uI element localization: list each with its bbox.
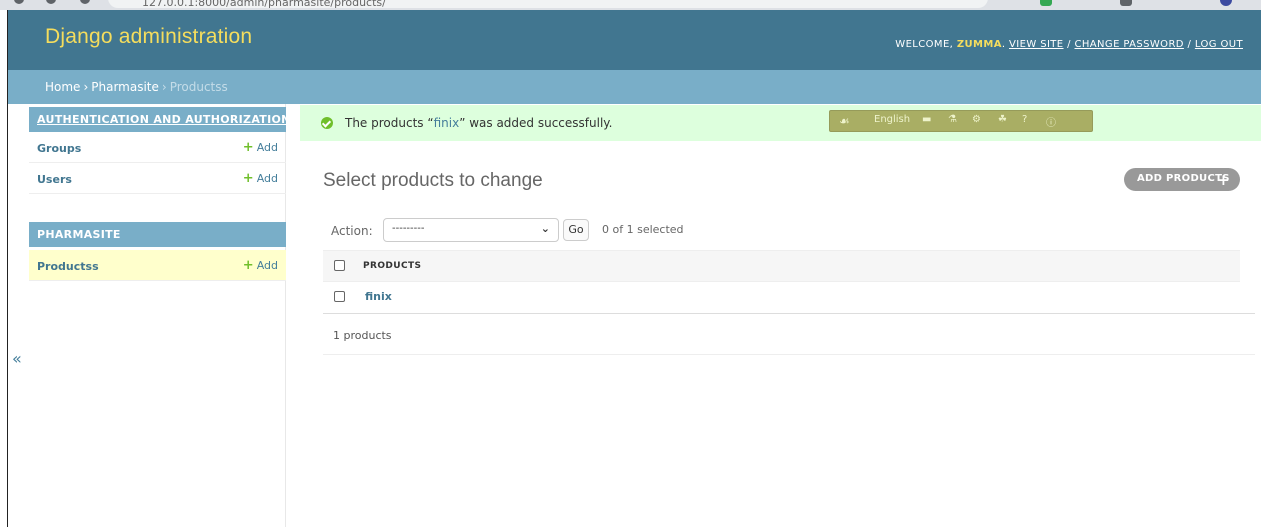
breadcrumb-app[interactable]: Pharmasite xyxy=(91,80,159,94)
add-label: Add xyxy=(256,172,278,185)
debug-toolbar[interactable]: ☙ English ▬ ⚗ ⚙ ☘ ? ⓘ xyxy=(829,110,1093,132)
plus-icon: + xyxy=(242,258,254,273)
username: ZUMMA xyxy=(956,39,1002,50)
add-label: Add xyxy=(256,259,278,272)
separator: / xyxy=(1187,39,1192,50)
view-site-link[interactable]: VIEW SITE xyxy=(1009,39,1064,50)
message-text: ” was added successfully. xyxy=(459,116,613,130)
action-select-value: --------- xyxy=(392,223,425,234)
message-text: The products “ xyxy=(345,116,434,130)
product-link[interactable]: finix xyxy=(365,290,392,303)
profile-avatar-icon[interactable] xyxy=(1220,0,1232,6)
gear-icon[interactable]: ⚙ xyxy=(972,114,981,125)
change-password-link[interactable]: CHANGE PASSWORD xyxy=(1075,39,1184,50)
user-tools: WELCOME, ZUMMA. VIEW SITE / CHANGE PASSW… xyxy=(895,39,1243,50)
go-button[interactable]: Go xyxy=(563,219,589,241)
log-out-link[interactable]: LOG OUT xyxy=(1195,39,1243,50)
hat-icon[interactable]: ▬ xyxy=(922,114,931,125)
selection-counter: 0 of 1 selected xyxy=(602,223,684,236)
site-title[interactable]: Django administration xyxy=(45,25,252,49)
success-message: The products “finix” was added successfu… xyxy=(300,105,1261,141)
address-bar[interactable]: 127.0.0.1:8000/admin/pharmasite/products… xyxy=(108,0,988,8)
breadcrumb-current: Productss xyxy=(169,80,228,94)
auth-app-link[interactable]: AUTHENTICATION AND AUTHORIZATION xyxy=(37,113,291,126)
checkmark-icon xyxy=(321,117,333,129)
sidebar-item-users[interactable]: Users + Add xyxy=(29,163,286,194)
plus-icon: + xyxy=(242,171,254,186)
window-edge xyxy=(0,10,8,527)
sidebar-item-label[interactable]: Productss xyxy=(37,260,99,273)
forward-icon[interactable] xyxy=(46,0,56,4)
table-row: finix xyxy=(323,282,1255,314)
welcome-text: WELCOME, xyxy=(895,39,954,50)
back-icon[interactable] xyxy=(14,0,24,4)
add-users-link[interactable]: + Add xyxy=(243,171,278,186)
add-label: Add xyxy=(256,141,278,154)
info-icon[interactable]: ⓘ xyxy=(1046,114,1056,129)
action-select[interactable]: --------- ⌄ xyxy=(383,218,559,242)
page-title: Select products to change xyxy=(323,170,543,191)
browser-chrome: 127.0.0.1:8000/admin/pharmasite/products… xyxy=(0,0,1261,10)
message-object-link[interactable]: finix xyxy=(434,116,460,130)
sidebar-item-groups[interactable]: Groups + Add xyxy=(29,132,286,163)
sidebar-item-label[interactable]: Users xyxy=(37,173,72,186)
sidebar-item-productss[interactable]: Productss + Add xyxy=(29,250,286,281)
table-header: PRODUCTS xyxy=(323,250,1240,282)
plus-icon: + xyxy=(242,140,254,155)
paginator: 1 products xyxy=(323,314,1255,355)
breadcrumb: Home › Pharmasite › Productss xyxy=(8,70,1261,104)
collapse-sidebar-button[interactable]: « xyxy=(12,349,22,368)
breadcrumb-separator: › xyxy=(83,80,89,94)
plus-icon: + xyxy=(1217,171,1230,189)
actions-bar: Action: --------- ⌄ Go 0 of 1 selected xyxy=(323,216,1255,247)
help-icon[interactable]: ? xyxy=(1022,114,1027,125)
column-header-products[interactable]: PRODUCTS xyxy=(363,261,421,271)
add-groups-link[interactable]: + Add xyxy=(243,140,278,155)
add-productss-link[interactable]: + Add xyxy=(243,258,278,273)
language-label[interactable]: English xyxy=(874,114,910,125)
breadcrumb-separator: › xyxy=(161,80,167,94)
breadcrumb-home[interactable]: Home xyxy=(45,80,80,94)
nav-sidebar: AUTHENTICATION AND AUTHORIZATION Groups … xyxy=(9,104,290,527)
flask-icon[interactable]: ⚗ xyxy=(948,114,957,125)
sidebar-item-label[interactable]: Groups xyxy=(37,142,81,155)
chevron-down-icon: ⌄ xyxy=(540,222,550,235)
module-caption-pharmasite: PHARMASITE xyxy=(29,222,286,247)
action-label: Action: xyxy=(331,224,373,238)
separator: / xyxy=(1067,39,1071,50)
row-checkbox[interactable] xyxy=(334,291,345,302)
add-products-label: ADD PRODUCTS xyxy=(1137,173,1230,184)
add-products-button[interactable]: ADD PRODUCTS + xyxy=(1124,168,1240,191)
leaf-icon[interactable]: ☘ xyxy=(998,114,1007,125)
translate-icon[interactable]: ☙ xyxy=(839,114,850,128)
module-caption-auth: AUTHENTICATION AND AUTHORIZATION xyxy=(29,107,290,132)
pharmasite-app-link[interactable]: PHARMASITE xyxy=(37,228,121,241)
select-all-checkbox[interactable] xyxy=(334,260,345,271)
extension-icon[interactable] xyxy=(1120,0,1132,6)
admin-header: Django administration WELCOME, ZUMMA. VI… xyxy=(8,10,1261,70)
extension-icon[interactable] xyxy=(1040,0,1052,6)
reload-icon[interactable] xyxy=(80,0,90,4)
